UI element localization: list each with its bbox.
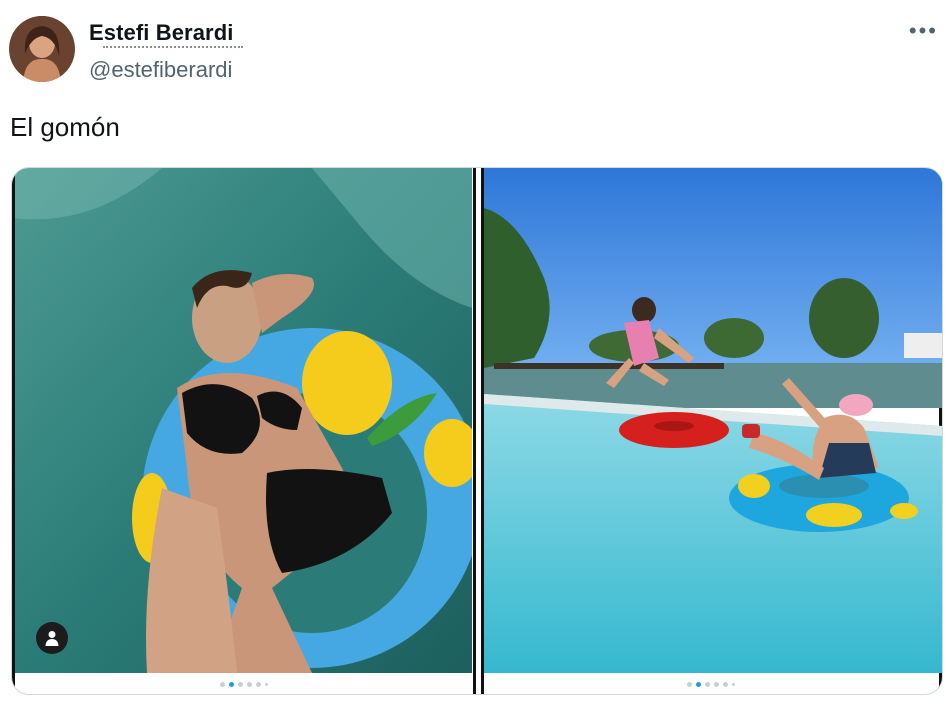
carousel-indicator-left	[220, 682, 268, 687]
kids-pool-photo	[484, 168, 942, 673]
carousel-dot-active[interactable]	[229, 682, 234, 687]
carousel-indicator-right	[687, 682, 735, 687]
carousel-dot[interactable]	[687, 682, 692, 687]
avatar-portrait-icon	[9, 16, 75, 82]
display-name[interactable]: Estefi Berardi	[89, 20, 233, 46]
user-handle[interactable]: @estefiberardi	[89, 57, 232, 83]
photo-right[interactable]	[484, 168, 942, 673]
carousel-dot[interactable]	[705, 682, 710, 687]
carousel-dot[interactable]	[238, 682, 243, 687]
carousel-dot[interactable]	[265, 683, 268, 686]
avatar[interactable]	[9, 16, 75, 82]
carousel-dot[interactable]	[732, 683, 735, 686]
more-options-button[interactable]: •••	[909, 18, 938, 44]
name-underline-decoration	[103, 46, 243, 48]
carousel-dot[interactable]	[256, 682, 261, 687]
carousel-dot-active[interactable]	[696, 682, 701, 687]
carousel-dot[interactable]	[247, 682, 252, 687]
photo-left[interactable]	[12, 168, 472, 673]
carousel-dot[interactable]	[723, 682, 728, 687]
media-grid	[11, 167, 943, 695]
carousel-dot[interactable]	[714, 682, 719, 687]
left-edge-line	[12, 168, 15, 694]
divider-edge-left	[473, 168, 476, 694]
pool-float-photo	[12, 168, 472, 673]
tweet-text: El gomón	[10, 112, 120, 142]
tagged-user-button[interactable]	[36, 622, 68, 654]
person-icon	[45, 631, 59, 646]
carousel-dot[interactable]	[220, 682, 225, 687]
